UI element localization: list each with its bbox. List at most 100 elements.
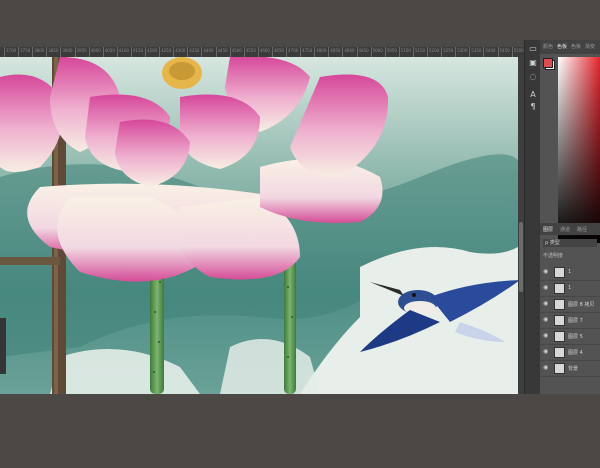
layer-row[interactable]: ◉ 图层 4 (540, 345, 600, 361)
ruler-label: 5050 (386, 48, 397, 53)
color-panel-tabs: 颜色 色板 色板 渐变 (540, 40, 600, 54)
tab-swatches[interactable]: 色板 (557, 43, 567, 50)
tab-layers[interactable]: 图层 (543, 226, 553, 233)
branch-cross (0, 257, 60, 265)
ruler-label: 4900 (344, 48, 355, 53)
eye-icon[interactable]: ◉ (543, 349, 549, 355)
ruler-label: 4250 (161, 48, 172, 53)
ruler-tick (201, 47, 203, 57)
ruler-tick (469, 47, 471, 57)
ruler-label: 4750 (302, 48, 313, 53)
right-panel: 颜色 色板 色板 渐变 图层 通道 路径 ρ 类型 不透明度 ◉ 1 ◉ 1 ◉ 图层 8… (540, 40, 600, 394)
layer-row[interactable]: ◉ 图层 8 拷贝 (540, 297, 600, 313)
ruler-label: 3750 (20, 48, 31, 53)
ruler-label: 4350 (189, 48, 200, 53)
ruler-tick (102, 47, 104, 57)
tab-color[interactable]: 颜色 (543, 43, 553, 50)
ruler-label: 3900 (62, 48, 73, 53)
eye-icon[interactable]: ◉ (543, 269, 549, 275)
ruler-tick (398, 47, 400, 57)
ruler-tick (511, 47, 513, 57)
ruler-tick (384, 47, 386, 57)
ruler-tick (46, 47, 48, 57)
panel-toolstrip: ▭ ▣ ◌ A ¶ (524, 40, 541, 394)
layer-row[interactable]: ◉ 背景 (540, 361, 600, 377)
scrollbar-thumb[interactable] (519, 222, 523, 292)
move-icon[interactable]: ▭ (528, 44, 538, 54)
ruler-tick (32, 47, 34, 57)
layer-thumbnail (554, 315, 565, 326)
ruler-label: 4100 (118, 48, 129, 53)
layer-name: 图层 4 (568, 350, 583, 356)
ruler-label: 5400 (485, 48, 496, 53)
eye-icon[interactable]: ◉ (543, 333, 549, 339)
layers-panel-tabs: 图层 通道 路径 (540, 223, 600, 235)
document-canvas[interactable] (0, 57, 518, 394)
ruler-label: 5350 (471, 48, 482, 53)
eye-icon[interactable]: ◉ (543, 317, 549, 323)
layer-row[interactable]: ◉ 1 (540, 281, 600, 297)
ruler-tick (88, 47, 90, 57)
ruler-tick (74, 47, 76, 57)
ruler-tick (116, 47, 118, 57)
ruler-label: 4000 (90, 48, 101, 53)
ruler-label: 4700 (288, 48, 299, 53)
ruler-tick (18, 47, 20, 57)
marquee-icon[interactable]: ▣ (528, 58, 538, 68)
layer-row[interactable]: ◉ 图层 5 (540, 329, 600, 345)
ruler-tick (412, 47, 414, 57)
ruler-tick (173, 47, 175, 57)
ruler-tick (370, 47, 372, 57)
ruler-label: 4550 (245, 48, 256, 53)
ruler-tick (497, 47, 499, 57)
ruler-label: 5200 (429, 48, 440, 53)
ruler-tick (427, 47, 428, 57)
lotus-stem-2 (284, 257, 296, 394)
ruler-tick (243, 47, 245, 57)
left-tool-strip[interactable] (0, 318, 6, 374)
layer-name: 1 (568, 269, 572, 275)
ruler-tick (271, 47, 273, 57)
ruler-tick (187, 47, 189, 57)
ruler-label: 5250 (443, 48, 454, 53)
ruler-tick (356, 47, 358, 57)
ruler-tick (441, 47, 443, 57)
ruler-label: 4400 (203, 48, 214, 53)
ruler-label: 3700 (6, 48, 17, 53)
tab-paths[interactable]: 路径 (577, 226, 587, 233)
lasso-icon[interactable]: ◌ (528, 72, 538, 82)
ruler-label: 4150 (132, 48, 144, 53)
layer-row[interactable]: ◉ 图层 7 (540, 313, 600, 329)
ruler-label: 5000 (372, 48, 383, 53)
layer-row[interactable]: ◉ 1 (540, 265, 600, 281)
tab-channels[interactable]: 通道 (560, 226, 570, 233)
layer-name: 图层 8 拷贝 (568, 302, 595, 308)
layer-name: 背景 (568, 366, 579, 372)
ruler-label: 5500 (513, 48, 524, 53)
layer-name: 图层 7 (568, 318, 583, 324)
eye-icon[interactable]: ◉ (543, 365, 549, 371)
ruler-label: 5100 (400, 48, 411, 53)
color-picker-field[interactable] (558, 57, 600, 243)
settings-icon[interactable]: ¶ (528, 102, 538, 112)
ruler-label: 4300 (175, 48, 186, 53)
tab-swatches-2[interactable]: 色板 (571, 43, 581, 50)
layer-thumbnail (554, 299, 565, 310)
layer-filter-dropdown[interactable]: ρ 类型 (543, 239, 597, 247)
ruler-tick (328, 47, 330, 57)
ruler-label: 4450 (217, 48, 228, 53)
ruler-tick (257, 47, 259, 57)
ruler-tick (145, 47, 146, 57)
ruler-label: 5300 (457, 48, 468, 53)
text-icon[interactable]: A (528, 90, 538, 100)
layer-name: 1 (568, 285, 572, 291)
layer-thumbnail (554, 267, 565, 278)
ruler-tick (159, 47, 161, 57)
foreground-color-swatch[interactable] (543, 58, 553, 68)
eye-icon[interactable]: ◉ (543, 285, 549, 291)
layer-thumbnail (554, 283, 565, 294)
tab-gradient[interactable]: 渐变 (585, 43, 595, 50)
ruler-tick (455, 47, 457, 57)
eye-icon[interactable]: ◉ (543, 301, 549, 307)
ruler-tick (60, 47, 62, 57)
